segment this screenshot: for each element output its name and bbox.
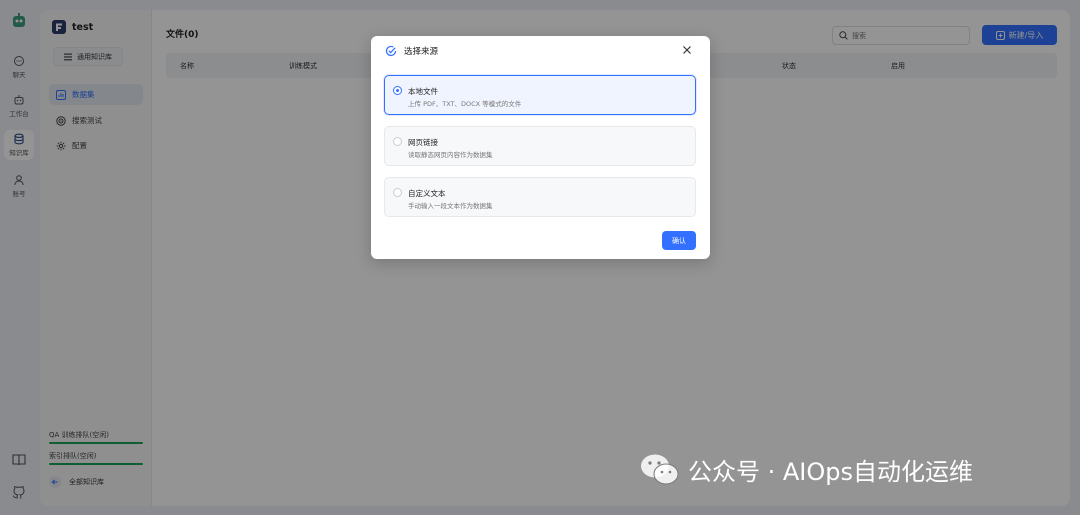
radio-button[interactable] — [393, 188, 402, 197]
radio-button[interactable] — [393, 86, 402, 95]
source-option-custom-text[interactable]: 自定义文本 手动输入一段文本作为数据集 — [384, 177, 696, 217]
watermark-text: 公众号 · AIOps自动化运维 — [688, 458, 974, 486]
close-icon[interactable] — [681, 44, 693, 56]
option-description: 上传 PDF、TXT、DOCX 等模式的文件 — [408, 100, 522, 108]
watermark: 公众号 · AIOps自动化运维 — [640, 452, 973, 487]
option-title: 网页链接 — [408, 138, 438, 147]
modal-title: 选择来源 — [404, 47, 439, 57]
modal-header: 选择来源 — [385, 45, 438, 57]
option-title: 自定义文本 — [408, 189, 446, 198]
radio-button[interactable] — [393, 137, 402, 146]
select-source-modal: 选择来源 本地文件 上传 PDF、TXT、DOCX 等模式的文件 网页链接 读取… — [371, 36, 710, 259]
option-title: 本地文件 — [408, 87, 438, 96]
wechat-icon — [641, 454, 679, 484]
option-description: 读取静态网页内容作为数据集 — [408, 151, 493, 159]
source-option-local-file[interactable]: 本地文件 上传 PDF、TXT、DOCX 等模式的文件 — [384, 75, 696, 115]
source-option-web-link[interactable]: 网页链接 读取静态网页内容作为数据集 — [384, 126, 696, 166]
confirm-button[interactable]: 确认 — [662, 231, 696, 250]
option-description: 手动输入一段文本作为数据集 — [408, 202, 493, 210]
check-circle-icon — [385, 45, 397, 57]
